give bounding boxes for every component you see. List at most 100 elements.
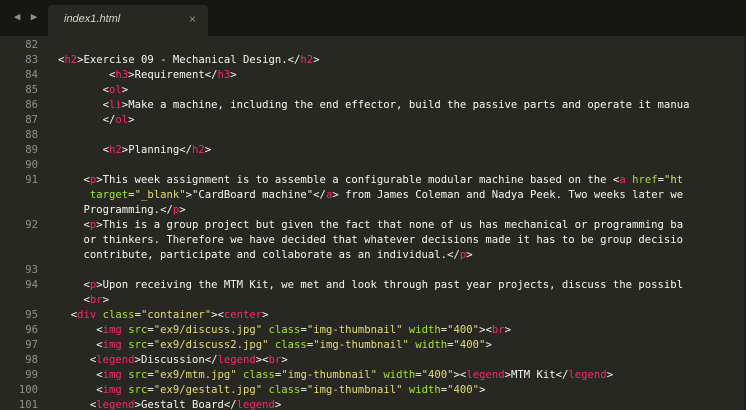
code-token: img (102, 324, 122, 336)
code-text: or thinkers. Therefore we have decided t… (58, 233, 684, 248)
code-token: src (128, 369, 148, 381)
code-token: MTM Kit (510, 369, 556, 381)
code-token: </ (160, 204, 173, 216)
code-token: div (77, 309, 97, 321)
code-token: Gestalt Board (140, 399, 224, 410)
code-token: </ (58, 114, 116, 126)
code-token: li (109, 99, 122, 111)
code-token: class (102, 309, 135, 321)
code-token: >< (211, 309, 224, 321)
line-number: 92 (25, 219, 38, 231)
code-token: width (415, 339, 448, 351)
line-number: 86 (25, 99, 38, 111)
code-token: h2 (64, 54, 78, 66)
code-token: < (58, 399, 97, 410)
code-token: </ (179, 144, 192, 156)
line-number: 99 (25, 369, 38, 381)
code-token: img (102, 384, 122, 396)
code-token: h2 (300, 54, 314, 66)
code-text: <img src="ex9/mtm.jpg" class="img-thumbn… (58, 368, 613, 383)
code-text: <li>Make a machine, including the end ef… (58, 98, 690, 113)
code-line: 99 <img src="ex9/mtm.jpg" class="img-thu… (0, 368, 746, 383)
code-token: >< (255, 354, 269, 366)
code-token: < (58, 84, 110, 96)
code-token: "400" (447, 384, 480, 396)
code-text: <img src="ex9/discuss.jpg" class="img-th… (58, 323, 511, 338)
line-number: 88 (25, 129, 38, 141)
code-line: 98 <legend>Discussion</legend><br> (0, 353, 746, 368)
line-number: 85 (25, 84, 38, 96)
code-token: < (58, 384, 103, 396)
code-token: < (58, 279, 90, 291)
code-token: > (262, 309, 269, 321)
code-token: Programming. (58, 204, 161, 216)
code-text: <img src="ex9/discuss2.jpg" class="img-t… (58, 338, 492, 353)
code-token: This is a group project but given the fa… (102, 219, 684, 231)
line-number: 87 (25, 114, 38, 126)
back-arrow-icon[interactable]: ◀ (10, 9, 24, 25)
code-line: contribute, participate and collaborate … (0, 248, 746, 263)
code-token: > (504, 324, 511, 336)
code-text: <h2>Planning</h2> (58, 143, 212, 158)
code-text: <h2>Exercise 09 - Mechanical Design.</h2… (58, 53, 320, 68)
code-token: </ (313, 189, 326, 201)
code-token: src (128, 339, 148, 351)
code-line: 88 (0, 128, 746, 143)
code-token: "ex9/mtm.jpg" (153, 369, 237, 381)
code-token: "ex9/discuss.jpg" (153, 324, 263, 336)
code-token: class (274, 339, 307, 351)
code-token: img (102, 339, 122, 351)
code-line: 92 <p>This is a group project but given … (0, 218, 746, 233)
code-token: </ (555, 369, 569, 381)
code-editor[interactable]: 82 83 <h2>Exercise 09 - Mechanical Design.… (0, 36, 746, 410)
code-line: 82 (0, 38, 746, 53)
code-token: src (128, 384, 148, 396)
code-token: h3 (115, 69, 129, 81)
code-token: < (58, 339, 103, 351)
code-token: width (383, 369, 416, 381)
code-text: <p>Upon receiving the MTM Kit, we met an… (58, 278, 684, 293)
code-text: <p>This week assignment is to assemble a… (58, 173, 684, 188)
code-token: < (58, 369, 103, 381)
code-token: < (58, 354, 97, 366)
code-token: legend (236, 399, 275, 410)
code-line: 89 <h2>Planning</h2> (0, 143, 746, 158)
code-token: "_blank" (134, 189, 186, 201)
code-token: Upon receiving the MTM Kit, we met and l… (102, 279, 684, 291)
code-line: 96 <img src="ex9/discuss.jpg" class="img… (0, 323, 746, 338)
code-token: > (230, 69, 237, 81)
tab-index1-html[interactable]: index1.html × (48, 5, 208, 36)
code-token: h3 (217, 69, 231, 81)
code-line: 83 <h2>Exercise 09 - Mechanical Design.</… (0, 53, 746, 68)
code-token: > (274, 399, 282, 410)
code-token: class (268, 384, 301, 396)
line-number: 82 (25, 39, 38, 51)
code-token: width (408, 384, 441, 396)
code-token: </ (447, 249, 460, 261)
code-token: > (479, 384, 486, 396)
code-token: ol (115, 114, 129, 126)
code-token: Discussion (140, 354, 205, 366)
line-number: 101 (18, 399, 38, 410)
forward-arrow-icon[interactable]: ▶ (27, 9, 41, 25)
code-token: "ht (664, 174, 684, 186)
code-line: 100 <img src="ex9/gestalt.jpg" class="im… (0, 383, 746, 398)
code-text: target="_blank">"CardBoard machine"</a> … (58, 188, 683, 203)
code-line: 84 <h3>Requirement</h3> (0, 68, 746, 83)
code-token: br (268, 354, 282, 366)
code-token: This week assignment is to assemble a co… (102, 174, 613, 186)
code-token: class (243, 369, 275, 381)
code-token: Make a machine, including the end effect… (128, 99, 690, 111)
code-token: legend (217, 354, 256, 366)
code-token: > (313, 54, 320, 66)
code-line: 85 <ol> (0, 83, 746, 98)
code-token: < (58, 69, 116, 81)
code-token: center (223, 309, 263, 321)
code-token: < (58, 309, 78, 321)
code-line: 86 <li>Make a machine, including the end… (0, 98, 746, 113)
close-icon[interactable]: × (189, 12, 196, 26)
code-line: Programming.</p> (0, 203, 746, 218)
code-token: < (58, 174, 90, 186)
code-token: target (89, 189, 129, 201)
